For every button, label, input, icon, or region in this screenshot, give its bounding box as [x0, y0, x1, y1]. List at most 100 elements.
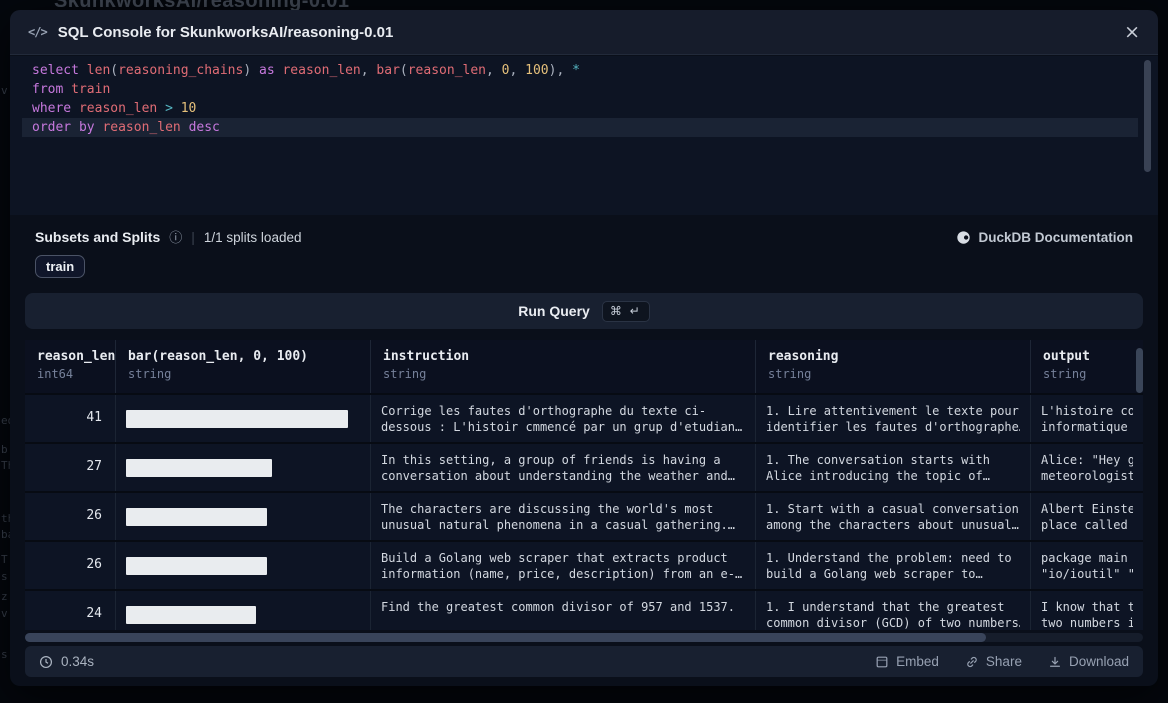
share-button[interactable]: Share	[965, 654, 1022, 669]
cell-reason-len[interactable]: 26	[25, 542, 115, 589]
kbd-shortcut: ⌘ ↵	[602, 301, 650, 322]
results-table: reason_lenint64bar(reason_len, 0, 100)st…	[25, 340, 1143, 632]
cell-output[interactable]: L'histoire coinformatique	[1030, 395, 1143, 442]
subsets-splits-row: Subsets and Splits ⓘ | 1/1 splits loaded…	[35, 226, 1133, 248]
table-row[interactable]: 27 In this setting, a group of friends is…	[25, 444, 1143, 493]
cell-text-line: unusual natural phenomena in a casual ga…	[381, 517, 745, 533]
cell-instruction[interactable]: The characters are discussing the world'…	[370, 493, 755, 540]
sql-line[interactable]: where reason_len > 10	[22, 99, 1138, 118]
split-chips: train	[35, 255, 85, 278]
table-row[interactable]: 26 Build a Golang web scraper that extrac…	[25, 542, 1143, 591]
cell-text-line: information (name, price, description) f…	[381, 566, 745, 582]
cell-instruction[interactable]: Find the greatest common divisor of 957 …	[370, 591, 755, 630]
table-row[interactable]: 26 The characters are discussing the worl…	[25, 493, 1143, 542]
split-chip-train[interactable]: train	[35, 255, 85, 278]
cell-text-line: Albert Einste	[1041, 501, 1133, 517]
column-header-reasoning[interactable]: reasoningstring	[755, 340, 1030, 393]
table-row[interactable]: 24 Find the greatest common divisor of 95…	[25, 591, 1143, 630]
download-button-label: Download	[1069, 654, 1129, 669]
bar-visualization	[126, 410, 348, 428]
editor-scrollbar-thumb[interactable]	[1144, 60, 1151, 172]
cell-text-line: Alice: "Hey g	[1041, 452, 1133, 468]
cell-text-line: 1. The conversation starts with	[766, 452, 1020, 468]
sql-token: 10	[181, 101, 197, 116]
clock-icon	[39, 655, 53, 669]
query-duration-value: 0.34s	[61, 654, 94, 669]
cell-reason-len[interactable]: 27	[25, 444, 115, 491]
divider: |	[191, 229, 195, 245]
bar-visualization	[126, 508, 267, 526]
sql-line[interactable]: from train	[22, 80, 1138, 99]
footer-actions: Embed Share Download	[875, 654, 1129, 669]
table-horizontal-scrollbar-thumb[interactable]	[25, 633, 986, 642]
cell-output[interactable]: I know that ttwo numbers i	[1030, 591, 1143, 630]
editor-scrollbar[interactable]	[1144, 60, 1151, 211]
cell-output[interactable]: Albert Einsteplace called	[1030, 493, 1143, 540]
column-name: bar(reason_len, 0, 100)	[128, 349, 358, 364]
cell-text-line: I know that t	[1041, 599, 1133, 615]
sql-token: where	[32, 101, 71, 116]
bar-visualization	[126, 459, 272, 477]
embed-button[interactable]: Embed	[875, 654, 939, 669]
table-vertical-scrollbar[interactable]	[1136, 348, 1143, 632]
duckdb-doc-link[interactable]: DuckDB Documentation	[956, 230, 1133, 245]
cell-output[interactable]: package main"io/ioutil" "	[1030, 542, 1143, 589]
backdrop-fragment: b	[1, 443, 8, 456]
cell-bar[interactable]	[115, 444, 370, 491]
sql-token: 0	[502, 63, 510, 78]
cell-text-line: package main	[1041, 550, 1133, 566]
cell-reasoning[interactable]: 1. Understand the problem: need tobuild …	[755, 542, 1030, 589]
cell-bar[interactable]	[115, 542, 370, 589]
duckdb-icon	[956, 230, 971, 245]
cell-instruction[interactable]: Corrige les fautes d'orthographe du text…	[370, 395, 755, 442]
column-header-instruction[interactable]: instructionstring	[370, 340, 755, 393]
table-row[interactable]: 41 Corrige les fautes d'orthographe du te…	[25, 395, 1143, 444]
table-vertical-scrollbar-thumb[interactable]	[1136, 348, 1143, 393]
cell-instruction[interactable]: In this setting, a group of friends is h…	[370, 444, 755, 491]
cell-reasoning[interactable]: 1. Start with a casual conversationamong…	[755, 493, 1030, 540]
download-button[interactable]: Download	[1048, 654, 1129, 669]
subsets-splits-label: Subsets and Splits	[35, 229, 160, 245]
cell-bar[interactable]	[115, 493, 370, 540]
close-icon[interactable]: ×	[1124, 23, 1140, 42]
sql-token: len	[87, 63, 110, 78]
column-name: reason_len	[37, 349, 103, 364]
cell-reason-len[interactable]: 26	[25, 493, 115, 540]
cell-reason-len[interactable]: 41	[25, 395, 115, 442]
sql-token	[79, 63, 87, 78]
cell-bar[interactable]	[115, 591, 370, 630]
column-type: string	[768, 367, 1018, 381]
backdrop-fragment: s	[1, 648, 8, 661]
sql-line[interactable]: select len(reasoning_chains) as reason_l…	[22, 61, 1138, 80]
table-body: 41 Corrige les fautes d'orthographe du te…	[25, 395, 1143, 630]
run-query-button[interactable]: Run Query ⌘ ↵	[25, 293, 1143, 329]
cell-text-line: build a Golang web scraper to…	[766, 566, 1020, 582]
sql-editor[interactable]: select len(reasoning_chains) as reason_l…	[10, 56, 1158, 215]
column-header-output[interactable]: outputstring	[1030, 340, 1143, 393]
sql-console-modal: </> SQL Console for SkunkworksAI/reasoni…	[10, 10, 1158, 686]
column-header-reason-len[interactable]: reason_len int64	[25, 340, 115, 393]
cell-text-line: Find the greatest common divisor of 957 …	[381, 599, 745, 615]
cell-reasoning[interactable]: 1. I understand that the greatestcommon …	[755, 591, 1030, 630]
cell-reasoning[interactable]: 1. Lire attentivement le texte pourident…	[755, 395, 1030, 442]
cell-bar[interactable]	[115, 395, 370, 442]
cell-text-line: identifier les fautes d'orthographe…	[766, 419, 1020, 435]
sql-token: (	[110, 63, 118, 78]
sql-line-active[interactable]: order by reason_len desc	[22, 118, 1138, 137]
cell-instruction[interactable]: Build a Golang web scraper that extracts…	[370, 542, 755, 589]
share-button-label: Share	[986, 654, 1022, 669]
download-icon	[1048, 655, 1062, 669]
table-horizontal-scrollbar[interactable]	[25, 633, 1143, 642]
backdrop-fragment: z	[1, 590, 8, 603]
cell-output[interactable]: Alice: "Hey gmeteorologist	[1030, 444, 1143, 491]
column-header-bar-reason-len-0-100-[interactable]: bar(reason_len, 0, 100)string	[115, 340, 370, 393]
cell-reason-len[interactable]: 24	[25, 591, 115, 630]
sql-editor-content[interactable]: select len(reasoning_chains) as reason_l…	[22, 61, 1138, 137]
cell-text-line: Build a Golang web scraper that extracts…	[381, 550, 745, 566]
column-type: int64	[37, 367, 103, 381]
info-icon[interactable]: ⓘ	[169, 231, 182, 244]
bar-visualization	[126, 557, 267, 575]
cell-reasoning[interactable]: 1. The conversation starts withAlice int…	[755, 444, 1030, 491]
sql-token: ),	[549, 63, 572, 78]
sql-token: reason_len	[408, 63, 486, 78]
